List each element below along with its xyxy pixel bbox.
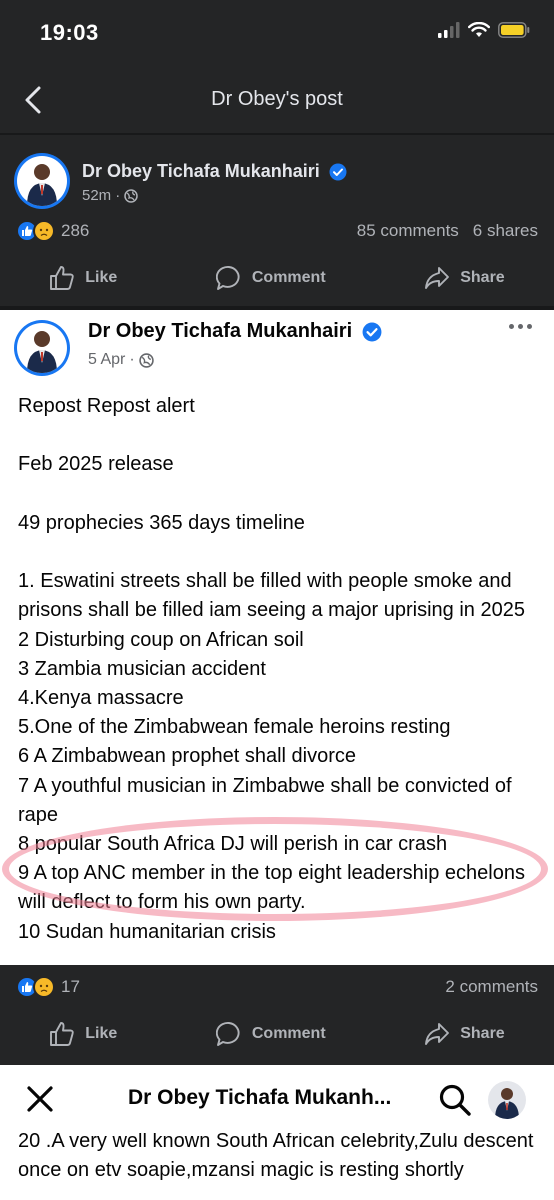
shared-post-meta: 5 Apr ·: [88, 351, 154, 369]
person-icon: [495, 1088, 519, 1119]
close-icon[interactable]: [26, 1085, 54, 1113]
status-time: 19:03: [40, 20, 99, 45]
post-body: Repost Repost alert Feb 2025 release 49 …: [18, 392, 548, 947]
bottom-post-header: Dr Obey Tichafa Mukanh...: [0, 1065, 554, 1133]
page-title: Dr Obey's post: [211, 88, 343, 110]
post-line-blank: [18, 421, 548, 450]
post-meta: 52m ·: [82, 187, 138, 204]
author-name[interactable]: Dr Obey Tichafa Mukanhairi: [82, 161, 347, 182]
shared-post-footer: 17 2 comments Like Comment Share: [0, 965, 554, 1065]
shared-post: Dr Obey Tichafa Mukanhairi 5 Apr · Repos…: [0, 310, 554, 965]
prophecy-item: 2 Disturbing coup on African soil: [18, 628, 304, 651]
reaction-summary: 286 85 comments 6 shares: [16, 217, 538, 245]
shared-post-date: 5 Apr: [88, 351, 126, 368]
shared-author-name-text: Dr Obey Tichafa Mukanhairi: [88, 320, 353, 342]
like-button[interactable]: Like: [49, 265, 117, 291]
like-button[interactable]: Like: [49, 1021, 117, 1047]
bottom-header-title: Dr Obey Tichafa Mukanh...: [128, 1086, 392, 1109]
next-post-preview: 20 .A very well known South African cele…: [0, 1133, 554, 1200]
comment-button[interactable]: Comment: [215, 265, 326, 291]
share-button[interactable]: Share: [424, 265, 505, 291]
action-bar: Like Comment Share: [0, 253, 554, 303]
shared-author-name[interactable]: Dr Obey Tichafa Mukanhairi: [88, 320, 382, 343]
prophecy-item: 6 A Zimbabwean prophet shall divorce: [18, 745, 356, 768]
sad-reaction-icon: [33, 220, 55, 242]
reactions[interactable]: 286: [16, 220, 89, 242]
author-avatar[interactable]: [14, 153, 70, 209]
post-line: Repost Repost alert: [18, 395, 195, 417]
prophecy-item: 1. Eswatini streets shall be filled with…: [18, 570, 525, 622]
post-time: 52m: [82, 187, 112, 204]
reaction-count: 286: [61, 221, 90, 240]
prophecy-item: 4.Kenya massacre: [18, 686, 184, 709]
shares-count[interactable]: 6 shares: [473, 221, 538, 241]
prophecy-item: 3 Zambia musician accident: [18, 657, 266, 680]
comment-icon: [215, 1022, 240, 1046]
nav-header: Dr Obey's post: [0, 66, 554, 134]
avatar[interactable]: [488, 1081, 526, 1119]
prophecy-item: 10 Sudan humanitarian crisis: [18, 920, 276, 943]
post-line-blank: [18, 480, 548, 509]
thumbs-up-icon: [50, 266, 75, 290]
prophecy-item: 9 A top ANC member in the top eight lead…: [18, 862, 525, 914]
reaction-count: 17: [61, 977, 80, 996]
comment-button[interactable]: Comment: [215, 1021, 326, 1047]
globe-icon: [124, 188, 138, 203]
comments-count[interactable]: 2 comments: [445, 977, 538, 997]
verified-badge-icon: [329, 163, 347, 181]
globe-icon: [138, 352, 154, 368]
status-icons: [438, 22, 530, 38]
post-header-card: Dr Obey Tichafa Mukanhairi 52m · 286 85 …: [0, 135, 554, 308]
prophecy-item: 7 A youthful musician in Zimbabwe shall …: [18, 774, 512, 826]
search-icon[interactable]: [438, 1083, 472, 1117]
comments-count[interactable]: 85 comments: [357, 221, 459, 241]
share-icon: [425, 267, 450, 289]
share-icon: [425, 1023, 450, 1045]
verified-badge-icon: [362, 322, 382, 342]
post-line: 49 prophecies 365 days timeline: [18, 511, 305, 534]
engagement-counts: 85 comments 6 shares: [357, 221, 538, 241]
action-bar: Like Comment Share: [0, 1009, 554, 1059]
shared-author-avatar[interactable]: [14, 320, 70, 376]
more-options-icon[interactable]: [509, 324, 532, 329]
person-icon: [27, 164, 57, 206]
reaction-summary: 17 2 comments: [16, 973, 538, 1001]
post-line: Feb 2025 release: [18, 453, 174, 476]
wifi-icon: [468, 22, 490, 37]
battery-icon: [498, 22, 530, 38]
sad-reaction-icon: [33, 976, 55, 998]
thumbs-up-icon: [50, 1022, 75, 1046]
cellular-signal-icon: [438, 22, 460, 38]
prophecy-item-highlighted: 8 popular South Africa DJ will perish in…: [18, 833, 448, 855]
next-post-text: 20 .A very well known South African cele…: [18, 1133, 534, 1181]
post-line-blank: [18, 538, 548, 567]
author-name-text: Dr Obey Tichafa Mukanhairi: [82, 161, 320, 181]
person-icon: [27, 331, 57, 373]
status-bar: 19:03: [0, 0, 554, 66]
prophecy-item: 5.One of the Zimbabwean female heroins r…: [18, 716, 451, 739]
reactions[interactable]: 17: [16, 976, 80, 998]
comment-icon: [215, 266, 240, 290]
share-button[interactable]: Share: [424, 1021, 505, 1047]
